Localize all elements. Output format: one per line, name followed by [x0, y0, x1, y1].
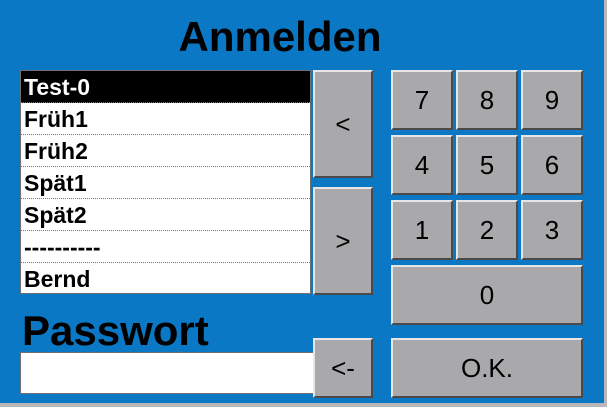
- keypad-key-5[interactable]: 5: [456, 135, 518, 195]
- user-list[interactable]: Test-0 Früh1 Früh2 Spät1 Spät2 ---------…: [20, 70, 311, 294]
- keypad-key-0[interactable]: 0: [391, 265, 583, 325]
- page-title: Anmelden: [178, 13, 382, 60]
- user-list-item[interactable]: Test-0: [21, 71, 310, 103]
- user-list-item[interactable]: Spät2: [21, 199, 310, 231]
- user-list-item[interactable]: Bernd: [21, 263, 310, 293]
- user-list-item[interactable]: Spät1: [21, 167, 310, 199]
- user-list-item[interactable]: ----------: [21, 231, 310, 263]
- keypad-key-6[interactable]: 6: [521, 135, 583, 195]
- user-list-item[interactable]: Früh1: [21, 103, 310, 135]
- keypad-key-9[interactable]: 9: [521, 70, 583, 130]
- list-next-button[interactable]: >: [313, 187, 373, 295]
- login-screen: Anmelden Test-0 Früh1 Früh2 Spät1 Spät2 …: [0, 0, 607, 407]
- list-prev-button[interactable]: <: [313, 70, 373, 178]
- keypad-key-3[interactable]: 3: [521, 200, 583, 260]
- keypad-key-2[interactable]: 2: [456, 200, 518, 260]
- keypad-key-8[interactable]: 8: [456, 70, 518, 130]
- keypad-key-7[interactable]: 7: [391, 70, 453, 130]
- keypad-key-1[interactable]: 1: [391, 200, 453, 260]
- keypad-key-4[interactable]: 4: [391, 135, 453, 195]
- ok-button[interactable]: O.K.: [391, 338, 583, 398]
- password-input[interactable]: [20, 352, 314, 394]
- password-label: Passwort: [22, 307, 209, 354]
- backspace-button[interactable]: <-: [313, 338, 373, 398]
- user-list-item[interactable]: Früh2: [21, 135, 310, 167]
